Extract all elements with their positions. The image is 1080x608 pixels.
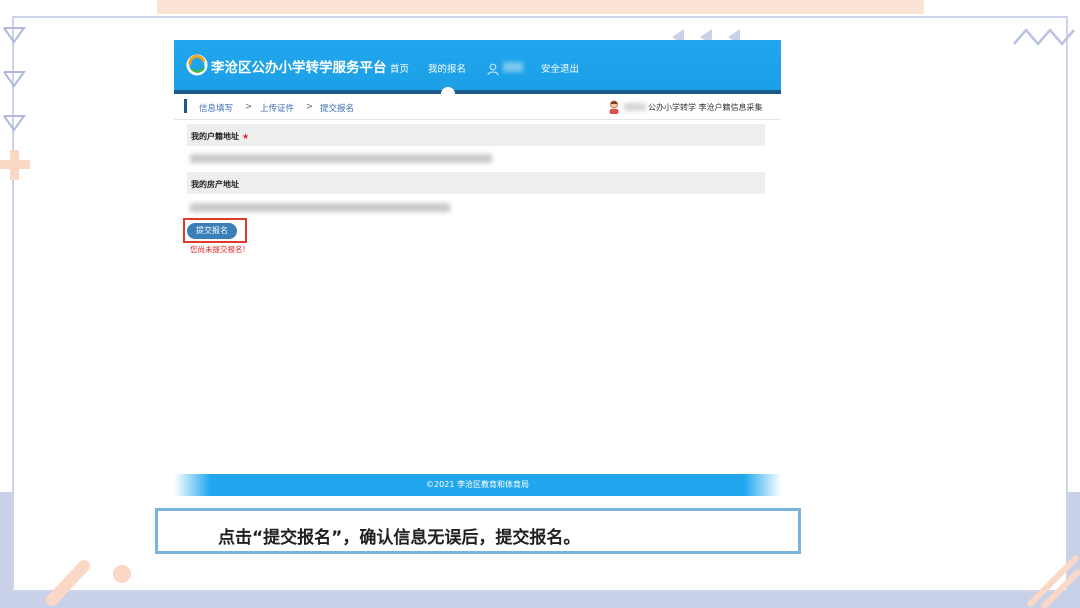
pill-decor-icon	[44, 552, 144, 608]
person-name-blurred	[624, 103, 646, 111]
household-address-label: 我的户籍地址	[191, 132, 239, 141]
active-nav-indicator	[441, 87, 455, 94]
site-title[interactable]: 李沧区公办小学转学服务平台	[211, 56, 387, 76]
nav-logout[interactable]: 安全退出	[541, 61, 579, 75]
instruction-caption: 点击“提交报名”，确认信息无误后，提交报名。	[218, 528, 581, 548]
zigzag-decor-icon	[1012, 24, 1078, 48]
property-address-label: 我的房产地址	[191, 180, 239, 189]
logo-icon	[186, 54, 208, 76]
breadcrumb-step-submit[interactable]: 提交报名	[320, 102, 354, 114]
breadcrumb-step-upload[interactable]: 上传证件	[260, 102, 294, 114]
top-decor-band	[157, 0, 924, 14]
triangle-decor-icon	[2, 26, 26, 136]
household-address-header: 我的户籍地址 ★	[187, 124, 765, 146]
page-footer: ©2021 李沧区教育和体育局	[174, 474, 781, 496]
top-nav-bar: 李沧区公办小学转学服务平台 首页 我的报名 安全退出	[174, 40, 781, 90]
breadcrumb-separator: >	[245, 102, 253, 112]
user-name-blurred	[503, 62, 523, 72]
breadcrumb-accent	[184, 99, 187, 113]
user-info-text: 公办小学转学 李沧户籍信息采集	[648, 103, 763, 112]
not-submitted-warning: 您尚未提交报名!	[190, 245, 246, 254]
highlight-box	[183, 218, 247, 243]
stripes-decor-icon	[1020, 548, 1080, 608]
household-address-value-blurred	[190, 154, 492, 163]
required-mark: ★	[242, 132, 250, 141]
breadcrumb-step-info[interactable]: 信息填写	[199, 102, 233, 114]
plus-decor-icon	[0, 150, 30, 180]
property-address-header: 我的房产地址	[187, 172, 765, 194]
person-icon	[608, 99, 620, 114]
user-icon	[487, 60, 499, 76]
breadcrumb: 信息填写 > 上传证件 > 提交报名 公办小学转学 李沧户籍信息采集	[174, 94, 781, 120]
web-page-screenshot: 李沧区公办小学转学服务平台 首页 我的报名 安全退出 信息填写 > 上传证件 >…	[174, 40, 781, 496]
nav-my-registration[interactable]: 我的报名	[428, 61, 466, 75]
nav-home[interactable]: 首页	[390, 61, 409, 75]
instruction-caption-box: 点击“提交报名”，确认信息无误后，提交报名。	[155, 508, 801, 554]
property-address-value-blurred	[190, 203, 450, 212]
breadcrumb-separator: >	[306, 102, 314, 112]
